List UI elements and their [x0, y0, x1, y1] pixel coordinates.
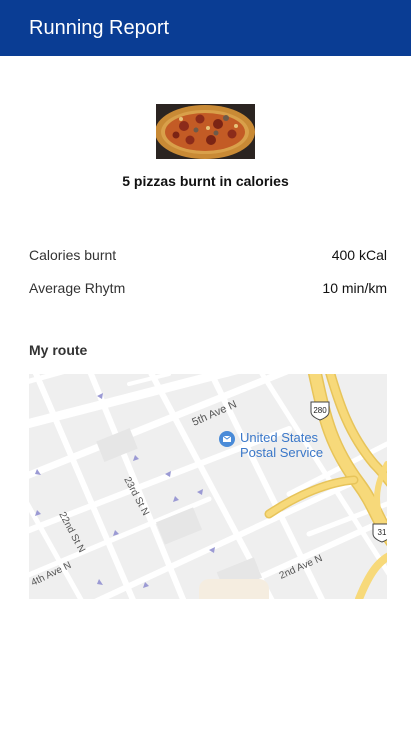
svg-text:31: 31 — [378, 528, 387, 537]
poi-label-line2: Postal Service — [240, 445, 323, 460]
stat-row-calories: Calories burnt 400 kCal — [29, 247, 387, 263]
post-office-pin-icon[interactable] — [219, 431, 235, 447]
stat-row-rhythm: Average Rhytm 10 min/km — [29, 280, 387, 296]
app-title: Running Report — [29, 16, 170, 39]
summary-section: 5 pizzas burnt in calories — [0, 104, 411, 189]
stat-value: 400 kCal — [331, 247, 387, 263]
stat-value: 10 min/km — [322, 280, 387, 296]
svg-text:280: 280 — [313, 406, 327, 415]
pizza-summary-caption: 5 pizzas burnt in calories — [122, 173, 289, 189]
pizza-image — [156, 104, 255, 159]
stat-label: Average Rhytm — [29, 280, 126, 296]
route-title: My route — [29, 342, 88, 358]
stat-label: Calories burnt — [29, 247, 117, 263]
route-map[interactable]: United States Postal Service 5th Ave N 2… — [29, 374, 387, 599]
poi-label-line1: United States — [240, 430, 319, 445]
app-bar: Running Report — [0, 0, 411, 56]
